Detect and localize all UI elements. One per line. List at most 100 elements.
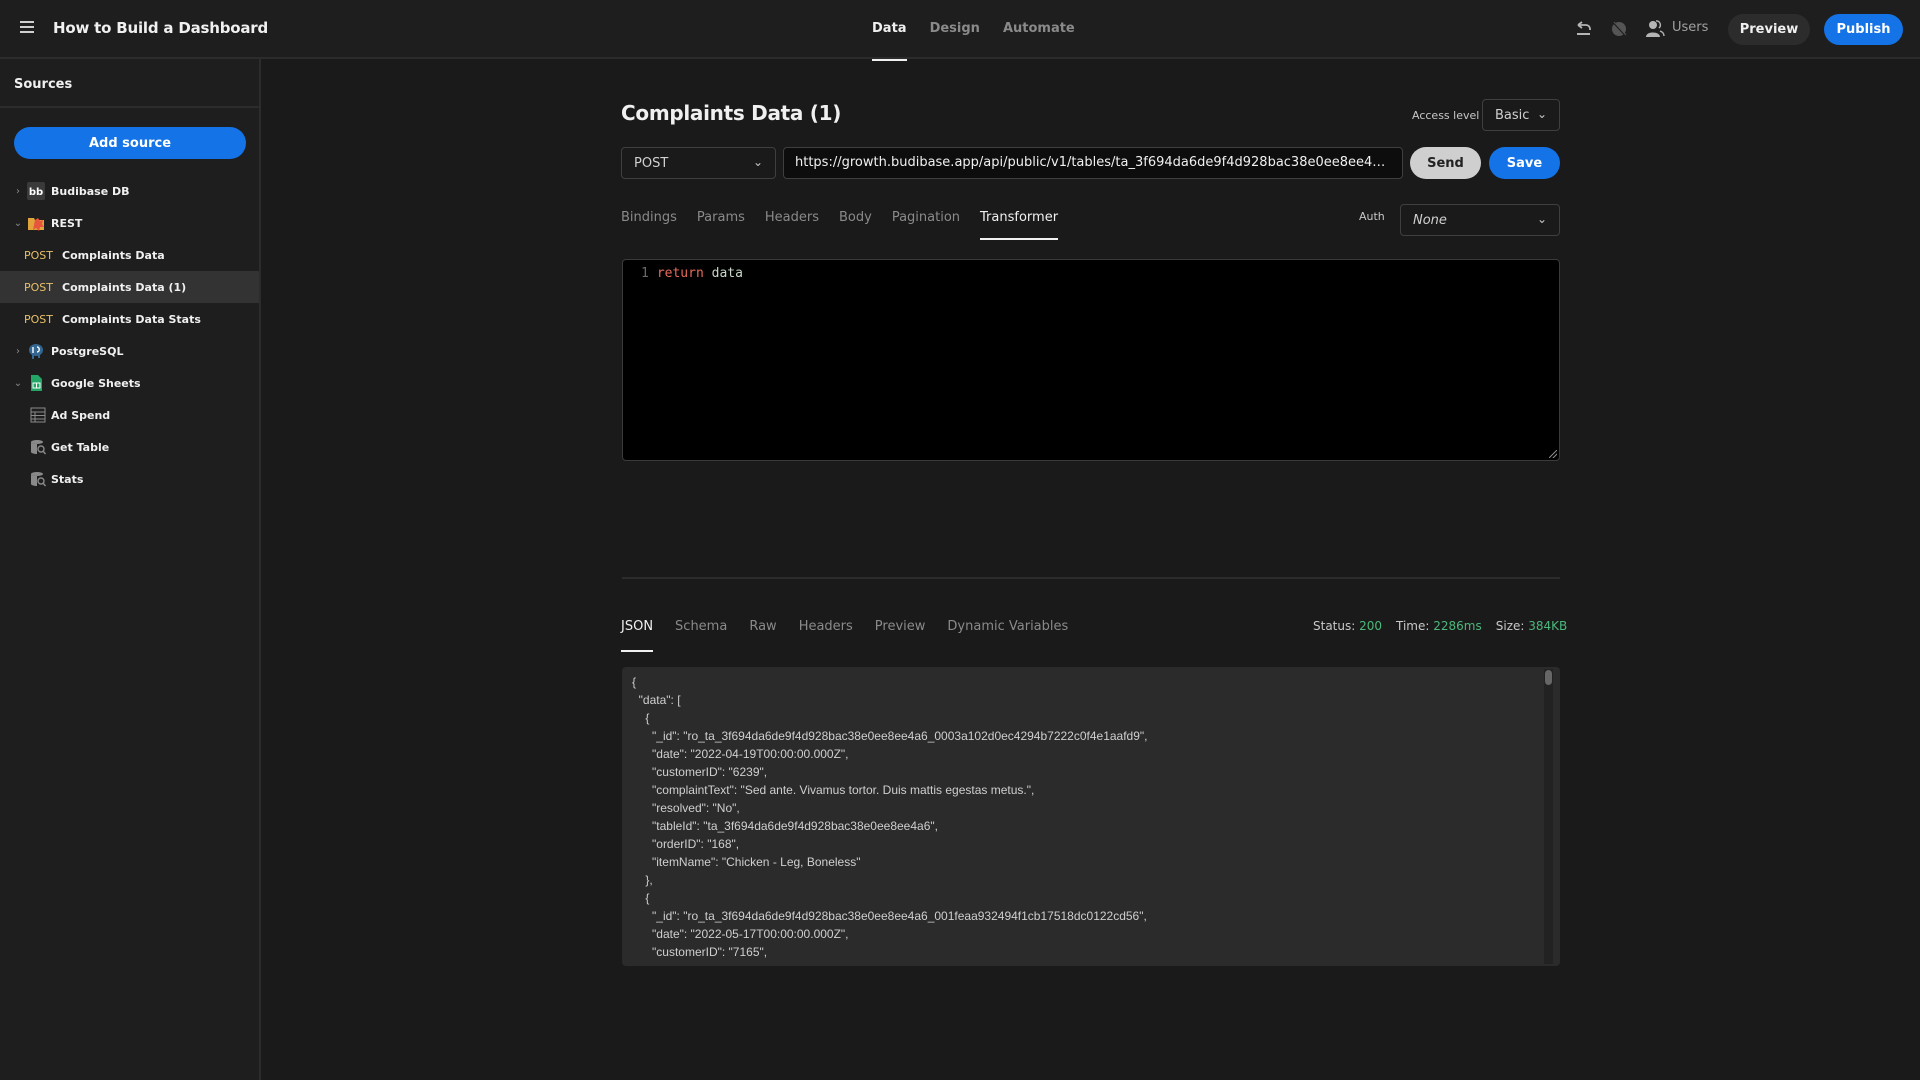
query-stats[interactable]: Stats [0, 463, 259, 495]
tab-schema[interactable]: Schema [675, 619, 727, 652]
hamburger-icon[interactable] [20, 21, 34, 33]
chevron-right-icon[interactable]: › [13, 186, 23, 197]
code-line: 1 return data [641, 266, 743, 281]
tab-headers[interactable]: Headers [765, 210, 819, 240]
query-icon [29, 438, 47, 456]
response-tabs: JSON Schema Raw Headers Preview Dynamic … [621, 619, 1090, 652]
users-label[interactable]: Users [1672, 20, 1708, 35]
json-line: "data": [ [632, 693, 681, 707]
divider [622, 577, 1560, 579]
sources-tree: › bb Budibase DB ⌄ REST POST Complaints … [0, 175, 259, 495]
query-complaints-data[interactable]: POST Complaints Data [0, 239, 259, 271]
query-title: Complaints Data (1) [621, 101, 842, 125]
auth-label: Auth [1359, 210, 1385, 223]
scrollbar-thumb[interactable] [1545, 670, 1552, 685]
query-label: Get Table [51, 440, 110, 454]
access-level-label: Access level [1412, 109, 1480, 122]
tab-body[interactable]: Body [839, 210, 872, 240]
preview-button[interactable]: Preview [1728, 14, 1810, 45]
json-line: }, [632, 873, 653, 887]
send-button[interactable]: Send [1410, 147, 1481, 179]
tab-bindings[interactable]: Bindings [621, 210, 677, 240]
tab-response-headers[interactable]: Headers [799, 619, 853, 652]
url-input[interactable]: https://growth.budibase.app/api/public/v… [783, 147, 1403, 179]
method-value: POST [634, 156, 669, 171]
config-tabs: Bindings Params Headers Body Pagination … [621, 210, 1078, 240]
json-line: "complaintText": "Sed ante. Vivamus tort… [632, 783, 1035, 797]
json-line: "_id": "ro_ta_3f694da6de9f4d928bac38e0ee… [632, 729, 1148, 743]
json-line: { [632, 891, 650, 905]
tab-design[interactable]: Design [930, 0, 980, 59]
json-line: "orderID": "168", [632, 837, 740, 851]
json-line: { [632, 675, 637, 689]
access-level-select[interactable]: Basic ⌄ [1482, 99, 1560, 131]
resize-handle[interactable] [1549, 450, 1557, 458]
disabled-globe-icon[interactable] [1609, 19, 1629, 39]
source-google-sheets[interactable]: ⌄ Google Sheets [0, 367, 259, 399]
google-sheets-icon [27, 374, 45, 392]
query-icon [29, 470, 47, 488]
query-get-table[interactable]: Get Table [0, 431, 259, 463]
budibase-icon: bb [27, 182, 45, 200]
tab-dynamic-variables[interactable]: Dynamic Variables [947, 619, 1068, 652]
json-line: "customerID": "6239", [632, 765, 768, 779]
tab-preview[interactable]: Preview [875, 619, 926, 652]
code-keyword: return [656, 266, 704, 281]
method-badge: POST [24, 280, 53, 294]
size-value: 384KB [1528, 619, 1568, 633]
save-button[interactable]: Save [1489, 147, 1560, 179]
status-value: 200 [1359, 619, 1383, 633]
table-icon [29, 406, 47, 424]
chevron-down-icon[interactable]: ⌄ [13, 218, 23, 229]
add-source-button[interactable]: Add source [14, 127, 246, 159]
size-stat: Size: 384KB [1496, 619, 1568, 633]
json-line: "itemName": "Chicken - Leg, Boneless" [632, 855, 861, 869]
auth-select[interactable]: None ⌄ [1400, 204, 1560, 236]
source-label: REST [51, 216, 83, 230]
users-icon[interactable] [1645, 19, 1665, 39]
time-stat: Time: 2286ms [1396, 619, 1482, 633]
line-number: 1 [641, 266, 649, 281]
time-label: Time: [1396, 619, 1430, 633]
status-label: Status: [1313, 619, 1356, 633]
tab-pagination[interactable]: Pagination [892, 210, 960, 240]
source-budibase-db[interactable]: › bb Budibase DB [0, 175, 259, 207]
chevron-right-icon[interactable]: › [13, 346, 23, 357]
chevron-down-icon: ⌄ [752, 155, 763, 169]
size-label: Size: [1495, 619, 1525, 633]
json-line: "date": "2022-05-17T00:00:00.000Z", [632, 927, 849, 941]
undo-icon[interactable] [1574, 19, 1594, 39]
tab-data[interactable]: Data [872, 0, 907, 61]
json-line: "_id": "ro_ta_3f694da6de9f4d928bac38e0ee… [632, 909, 1147, 923]
query-complaints-data-stats[interactable]: POST Complaints Data Stats [0, 303, 259, 335]
tab-params[interactable]: Params [697, 210, 745, 240]
json-response-panel[interactable]: { "data": [ { "_id": "ro_ta_3f694da6de9f… [622, 667, 1560, 966]
query-label: Stats [51, 472, 84, 486]
json-line: "resolved": "No", [632, 801, 740, 815]
query-complaints-data-1[interactable]: POST Complaints Data (1) [0, 271, 259, 303]
main-nav: Data Design Automate [872, 0, 1098, 61]
postgresql-icon [27, 342, 45, 360]
response-stats: Status: 200 Time: 2286ms Size: 384KB [1313, 619, 1567, 633]
chevron-down-icon: ⌄ [1536, 107, 1547, 121]
chevron-down-icon: ⌄ [1536, 212, 1547, 226]
tab-json[interactable]: JSON [621, 619, 654, 652]
top-bar: How to Build a Dashboard Data Design Aut… [0, 0, 1920, 61]
transformer-editor[interactable]: 1 return data [622, 259, 1560, 461]
json-response-text: { "data": [ { "_id": "ro_ta_3f694da6de9f… [632, 673, 1148, 961]
tab-automate[interactable]: Automate [1003, 0, 1075, 59]
scrollbar[interactable] [1544, 669, 1553, 964]
rest-icon [27, 214, 45, 232]
svg-text:bb: bb [29, 187, 43, 198]
tab-transformer[interactable]: Transformer [980, 210, 1059, 240]
sources-sidebar: Sources Add source › bb Budibase DB ⌄ RE… [0, 59, 261, 1080]
table-ad-spend[interactable]: Ad Spend [0, 399, 259, 431]
publish-button[interactable]: Publish [1824, 14, 1903, 45]
tab-raw[interactable]: Raw [749, 619, 776, 652]
source-postgresql[interactable]: › PostgreSQL [0, 335, 259, 367]
method-select[interactable]: POST ⌄ [621, 147, 776, 179]
source-rest[interactable]: ⌄ REST [0, 207, 259, 239]
chevron-down-icon[interactable]: ⌄ [13, 378, 23, 389]
time-value: 2286ms [1433, 619, 1482, 633]
status-stat: Status: 200 [1313, 619, 1382, 633]
